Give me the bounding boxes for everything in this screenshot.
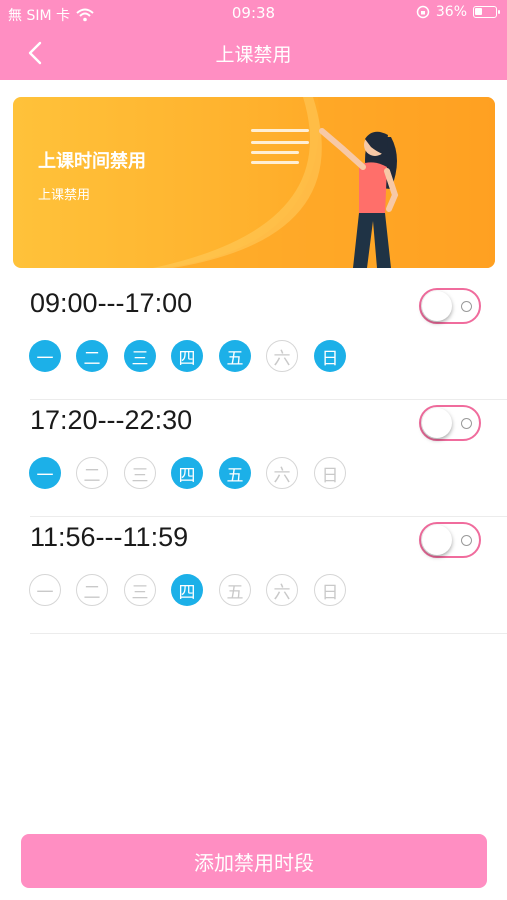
status-bar: 無 SIM 卡 09:38 36% (0, 0, 507, 28)
day-tue[interactable]: 二 (76, 574, 108, 606)
day-wed[interactable]: 三 (124, 340, 156, 372)
top-bar: 無 SIM 卡 09:38 36% 上课禁用 (0, 0, 507, 80)
banner-subtitle: 上课禁用 (38, 188, 91, 203)
page-title: 上课禁用 (215, 44, 292, 66)
toggle-knob (422, 408, 452, 438)
day-sun[interactable]: 日 (314, 574, 346, 606)
day-thu[interactable]: 四 (171, 457, 203, 489)
divider (30, 633, 507, 634)
banner: 上课时间禁用 上课禁用 (13, 97, 495, 268)
schedule-item: 09:00---17:00 一 二 三 四 五 六 日 (0, 283, 507, 400)
day-fri[interactable]: 五 (219, 574, 251, 606)
day-sat[interactable]: 六 (266, 574, 298, 606)
day-tue[interactable]: 二 (76, 340, 108, 372)
schedule-toggle[interactable] (419, 522, 481, 558)
time-range[interactable]: 17:20---22:30 (30, 405, 192, 436)
battery-icon (473, 6, 500, 18)
schedule-item: 17:20---22:30 一 二 三 四 五 六 日 (0, 400, 507, 517)
day-thu[interactable]: 四 (171, 574, 203, 606)
toggle-off-indicator (461, 535, 472, 546)
time-range[interactable]: 09:00---17:00 (30, 288, 192, 319)
day-thu[interactable]: 四 (171, 340, 203, 372)
teacher-illustration (153, 97, 495, 268)
day-fri[interactable]: 五 (219, 457, 251, 489)
day-sat[interactable]: 六 (266, 340, 298, 372)
toggle-off-indicator (461, 301, 472, 312)
battery-fill (475, 8, 482, 15)
screen: 無 SIM 卡 09:38 36% 上课禁用 上课时间禁用 上课禁用 09:00… (0, 0, 507, 900)
time-range[interactable]: 11:56---11:59 (30, 522, 188, 553)
banner-title: 上课时间禁用 (38, 151, 146, 172)
schedule-item: 11:56---11:59 一 二 三 四 五 六 日 (0, 517, 507, 634)
rotation-lock-icon (416, 5, 430, 19)
schedule-toggle[interactable] (419, 288, 481, 324)
toggle-off-indicator (461, 418, 472, 429)
day-mon[interactable]: 一 (29, 574, 61, 606)
day-mon[interactable]: 一 (29, 457, 61, 489)
schedule-toggle[interactable] (419, 405, 481, 441)
nav-bar: 上课禁用 (0, 28, 507, 80)
day-mon[interactable]: 一 (29, 340, 61, 372)
day-sun[interactable]: 日 (314, 457, 346, 489)
day-wed[interactable]: 三 (124, 457, 156, 489)
day-sat[interactable]: 六 (266, 457, 298, 489)
day-fri[interactable]: 五 (219, 340, 251, 372)
day-tue[interactable]: 二 (76, 457, 108, 489)
battery-percent: 36% (435, 4, 467, 20)
toggle-knob (422, 291, 452, 321)
day-wed[interactable]: 三 (124, 574, 156, 606)
add-time-slot-button[interactable]: 添加禁用时段 (21, 834, 487, 888)
status-right: 36% (416, 4, 500, 20)
day-sun[interactable]: 日 (314, 340, 346, 372)
toggle-knob (422, 525, 452, 555)
